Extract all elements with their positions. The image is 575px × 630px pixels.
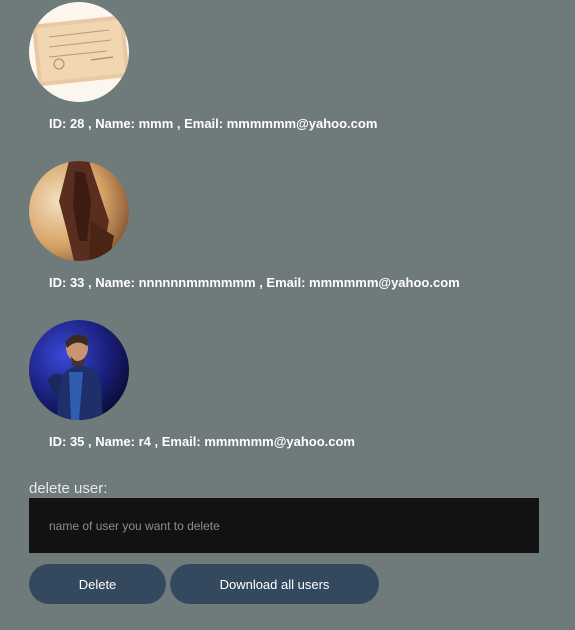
avatar [29,2,129,102]
avatar [29,320,129,420]
user-info: ID: 33 , Name: nnnnnnmmmmmm , Email: mmm… [49,275,460,290]
document-photo-image [29,2,129,102]
user-info: ID: 28 , Name: mmm , Email: mmmmmm@yahoo… [49,116,378,131]
avatar [29,161,129,261]
user-info: ID: 35 , Name: r4 , Email: mmmmmm@yahoo.… [49,434,355,449]
delete-button[interactable]: Delete [29,564,166,604]
user-card: ID: 33 , Name: nnnnnnmmmmmm , Email: mmm… [29,161,460,290]
delete-user-input[interactable] [29,498,539,553]
portrait-photo-image [29,320,129,420]
download-all-users-button[interactable]: Download all users [170,564,379,604]
user-card: ID: 28 , Name: mmm , Email: mmmmmm@yahoo… [29,2,377,131]
portrait-photo-image [29,161,129,261]
delete-user-label: delete user: [29,480,108,497]
user-card: ID: 35 , Name: r4 , Email: mmmmmm@yahoo.… [29,320,355,449]
